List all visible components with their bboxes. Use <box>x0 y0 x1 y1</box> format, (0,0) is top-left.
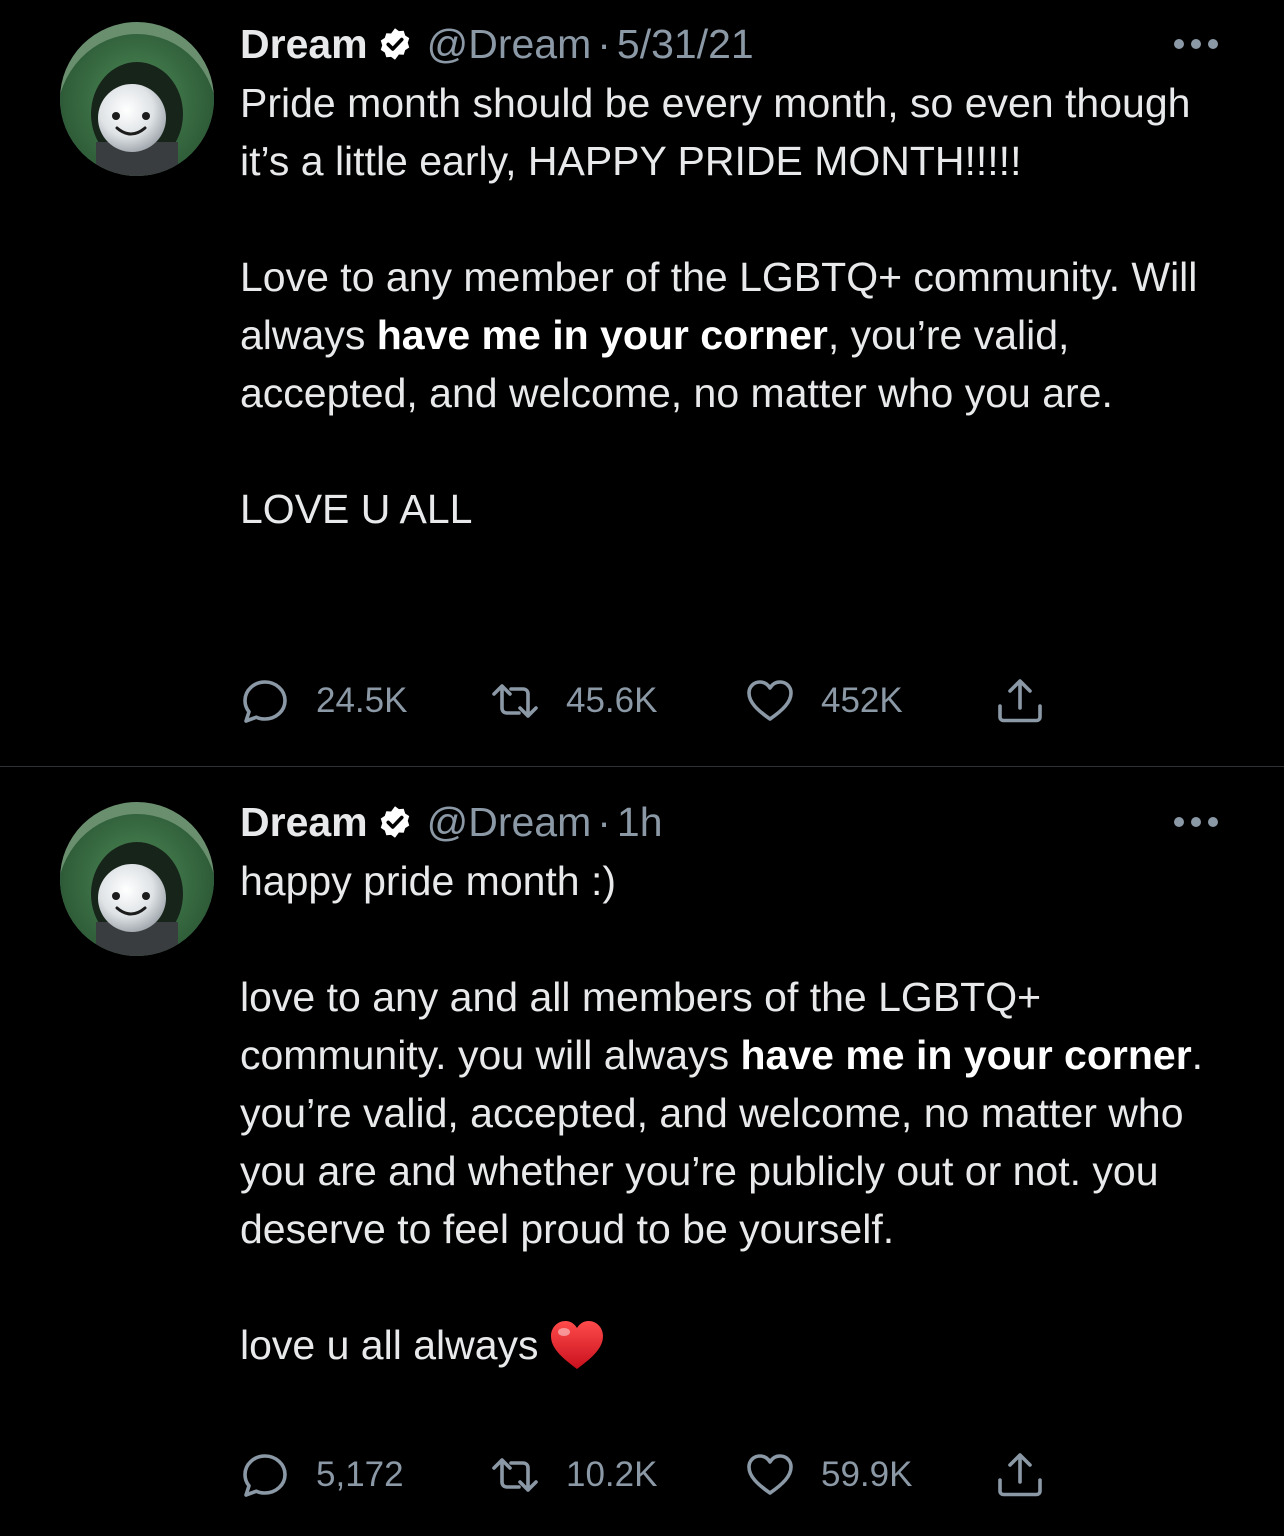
avatar-image <box>60 22 214 176</box>
tweet-actions: 24.5K 45.6K 452K <box>240 676 1140 726</box>
tweet-paragraph: love u all always <box>240 1316 1250 1374</box>
heart-icon <box>747 1454 793 1495</box>
avatar[interactable] <box>60 22 214 176</box>
share-button[interactable] <box>995 676 1045 726</box>
like-button[interactable]: 452K <box>745 676 903 726</box>
separator-dot: · <box>597 798 611 845</box>
reply-count: 24.5K <box>316 681 408 720</box>
display-name[interactable]: Dream <box>240 799 368 846</box>
tweet-paragraph: happy pride month :) <box>240 858 617 904</box>
handle[interactable]: @Dream <box>427 799 592 846</box>
timestamp[interactable]: 5/31/21 <box>617 21 754 68</box>
bold-text: have me in your corner <box>376 312 828 358</box>
reply-button[interactable]: 5,172 <box>240 1450 404 1500</box>
avatar-image <box>60 802 214 956</box>
tweet-header: Dream @Dream · 5/31/21 <box>240 16 754 72</box>
bold-text: have me in your corner <box>740 1032 1192 1078</box>
reply-count: 5,172 <box>316 1455 404 1494</box>
retweet-button[interactable]: 10.2K <box>490 1450 657 1500</box>
reply-icon <box>243 1454 287 1497</box>
display-name[interactable]: Dream <box>240 21 368 68</box>
retweet-button[interactable]: 45.6K <box>490 676 657 726</box>
retweet-count: 45.6K <box>566 681 658 720</box>
like-count: 59.9K <box>821 1455 913 1494</box>
share-icon <box>998 679 1042 723</box>
tweet-paragraph: love to any and all members of the LGBTQ… <box>240 974 1204 1252</box>
tweet-paragraph: Pride month should be every month, so ev… <box>240 80 1191 184</box>
reply-button[interactable]: 24.5K <box>240 676 407 726</box>
share-icon <box>998 1453 1042 1497</box>
verified-badge-icon <box>380 28 409 60</box>
reply-icon <box>243 680 287 723</box>
retweet-icon <box>492 684 538 718</box>
retweet-icon <box>492 1458 538 1492</box>
tweet[interactable]: Dream @Dream · 5/31/21 Pride month shoul… <box>0 0 1284 766</box>
heart-icon <box>747 680 793 721</box>
share-button[interactable] <box>995 1450 1045 1500</box>
tweet-paragraph: Love to any member of the LGBTQ+ communi… <box>240 254 1198 416</box>
red-heart-emoji-icon <box>550 1321 603 1369</box>
more-options-icon[interactable] <box>1172 37 1220 51</box>
avatar[interactable] <box>60 802 214 956</box>
separator-dot: · <box>597 20 611 67</box>
like-button[interactable]: 59.9K <box>745 1450 912 1500</box>
tweet-text: happy pride month :) love to any and all… <box>240 852 1250 1374</box>
more-options-icon[interactable] <box>1172 815 1220 829</box>
handle[interactable]: @Dream <box>427 21 592 68</box>
tweet-actions: 5,172 10.2K 59.9K <box>240 1450 1140 1500</box>
like-count: 452K <box>821 681 903 720</box>
tweet-header: Dream @Dream · 1h <box>240 794 663 850</box>
tweet-text: Pride month should be every month, so ev… <box>240 74 1250 538</box>
tweet-paragraph: LOVE U ALL <box>240 486 473 532</box>
verified-badge-icon <box>380 806 409 838</box>
tweet[interactable]: Dream @Dream · 1h happy pride month :) l… <box>0 767 1284 1536</box>
timestamp[interactable]: 1h <box>617 799 663 846</box>
retweet-count: 10.2K <box>566 1455 658 1494</box>
